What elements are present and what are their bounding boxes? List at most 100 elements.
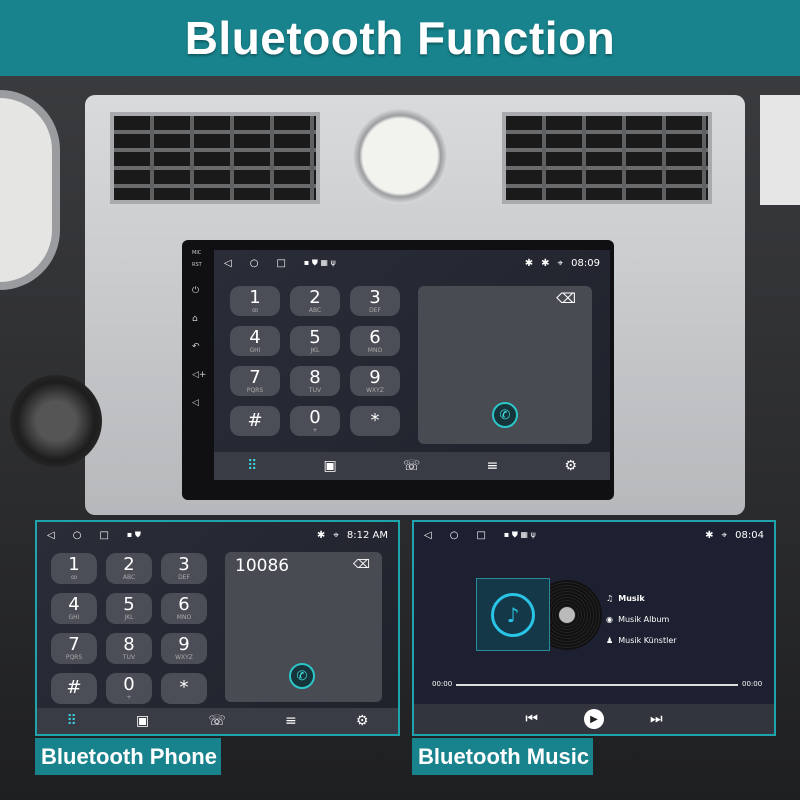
key-2[interactable]: 2 ABC xyxy=(290,286,340,316)
volume-up-icon[interactable]: ◁+ xyxy=(192,370,206,380)
previous-track-icon[interactable]: ⏮ xyxy=(525,711,538,727)
backspace-icon[interactable]: ⌫ xyxy=(353,557,370,571)
key-digit: 3 xyxy=(369,286,381,308)
page-title: Bluetooth Function xyxy=(184,12,616,64)
key-0[interactable]: 0 + xyxy=(106,673,152,704)
call-log-icon[interactable]: ☏ xyxy=(403,458,421,474)
key-letters: GHI xyxy=(68,614,80,621)
bluetooth-music-screen: ◁ ○ □ ▪ ⛊ ▦ ψ ✱ ⌖ 08:04 ♪ ♫ Musik ◉ Musik Al… xyxy=(412,520,776,736)
home-nav-icon[interactable]: ○ xyxy=(450,530,459,541)
music-list-icon[interactable]: ≡ xyxy=(486,458,498,474)
key-3[interactable]: 3 DEF xyxy=(161,553,207,584)
key-digit: * xyxy=(370,409,380,431)
key-9[interactable]: 9 WXYZ xyxy=(161,633,207,664)
key-9[interactable]: 9 WXYZ xyxy=(350,366,400,396)
key-#[interactable]: # xyxy=(230,406,280,436)
location-icon: ⌖ xyxy=(333,529,339,541)
key-#[interactable]: # xyxy=(51,673,97,704)
key-*[interactable]: * xyxy=(350,406,400,436)
dial-display: 10086 ⌫ ✆ xyxy=(225,552,382,702)
key-6[interactable]: 6 MNO xyxy=(350,326,400,356)
key-letters: GHI xyxy=(249,346,261,354)
status-bar: ◁ ○ □ ▪ ⛊ ▦ ψ ✱ ✱ ⌖ 08:09 xyxy=(214,250,610,276)
music-list-icon[interactable]: ≡ xyxy=(285,713,297,729)
home-nav-icon[interactable]: ○ xyxy=(250,258,259,269)
main-screen: ◁ ○ □ ▪ ⛊ ▦ ψ ✱ ✱ ⌖ 08:09 ⌫ ✆ ⠿ ▣ ☏ ≡ ⚙ 1 ꝏ 2 ABC 3 DE… xyxy=(214,250,610,480)
key-8[interactable]: 8 TUV xyxy=(290,366,340,396)
status-bar: ◁ ○ □ ▪ ⛊ ✱ ⌖ 8:12 AM xyxy=(37,522,398,548)
key-8[interactable]: 8 TUV xyxy=(106,633,152,664)
home-nav-icon[interactable]: ○ xyxy=(73,530,82,541)
key-letters: + xyxy=(312,426,318,434)
key-digit: 4 xyxy=(68,594,80,615)
key-digit: 1 xyxy=(249,286,261,308)
key-7[interactable]: 7 PQRS xyxy=(51,633,97,664)
key-1[interactable]: 1ꝏ xyxy=(230,286,280,316)
bluetooth-music-label: Bluetooth Music xyxy=(412,738,593,775)
power-icon[interactable]: ⏻ xyxy=(192,286,206,296)
recents-nav-icon[interactable]: □ xyxy=(276,258,285,269)
key-7[interactable]: 7 PQRS xyxy=(230,366,280,396)
key-1[interactable]: 1ꝏ xyxy=(51,553,97,584)
play-button[interactable]: ▶ xyxy=(584,709,604,729)
instrument-gauge xyxy=(0,90,60,290)
album-name: Musik Album xyxy=(618,615,670,624)
backspace-icon[interactable]: ⌫ xyxy=(556,291,576,307)
home-icon[interactable]: ⌂ xyxy=(192,314,206,324)
key-digit: # xyxy=(247,409,263,431)
bluetooth-icon: ✱ xyxy=(316,529,326,541)
key-letters: ꝏ xyxy=(251,306,259,314)
analog-clock xyxy=(352,108,448,204)
key-letters: ABC xyxy=(122,574,136,581)
album-art: ♪ xyxy=(476,578,550,651)
back-icon[interactable]: ↶ xyxy=(192,342,206,352)
dialpad-icon[interactable]: ⠿ xyxy=(247,458,257,474)
rst-label: RST xyxy=(192,262,202,268)
key-letters: MNO xyxy=(367,346,383,354)
ignition-switch xyxy=(10,375,102,467)
settings-icon[interactable]: ⚙ xyxy=(356,713,369,729)
dialpad-icon[interactable]: ⠿ xyxy=(67,713,77,729)
key-2[interactable]: 2 ABC xyxy=(106,553,152,584)
settings-icon[interactable]: ⚙ xyxy=(564,458,577,474)
notification-icons: ▪ ⛊ xyxy=(126,530,141,539)
key-digit: # xyxy=(66,677,82,698)
duration-time: 00:00 xyxy=(742,680,763,688)
back-nav-icon[interactable]: ◁ xyxy=(47,530,55,541)
key-letters: TUV xyxy=(122,654,136,661)
album-icon: ◉ xyxy=(606,615,613,624)
back-nav-icon[interactable]: ◁ xyxy=(424,530,432,541)
recents-nav-icon[interactable]: □ xyxy=(99,530,108,541)
key-5[interactable]: 5 JKL xyxy=(106,593,152,624)
title-banner: Bluetooth Function xyxy=(0,0,800,76)
playback-controls: ⏮ ▶ ⏭ xyxy=(414,704,774,734)
recents-nav-icon[interactable]: □ xyxy=(476,530,485,541)
key-6[interactable]: 6 MNO xyxy=(161,593,207,624)
key-digit: 5 xyxy=(123,594,135,615)
contacts-icon[interactable]: ▣ xyxy=(323,458,336,474)
key-letters: DEF xyxy=(178,574,190,581)
next-track-icon[interactable]: ⏭ xyxy=(650,711,663,727)
call-button[interactable]: ✆ xyxy=(492,402,518,428)
left-vent xyxy=(110,112,320,204)
contacts-icon[interactable]: ▣ xyxy=(136,713,149,729)
key-digit: 4 xyxy=(249,326,261,348)
bluetooth-phone-label: Bluetooth Phone xyxy=(35,738,221,775)
key-letters: DEF xyxy=(369,306,381,314)
key-digit: 6 xyxy=(178,594,190,615)
key-*[interactable]: * xyxy=(161,673,207,704)
call-button[interactable]: ✆ xyxy=(289,663,315,689)
key-3[interactable]: 3 DEF xyxy=(350,286,400,316)
key-digit: 1 xyxy=(68,554,80,575)
artist-icon: ♟ xyxy=(606,636,614,645)
dial-display: ⌫ ✆ xyxy=(418,286,592,444)
key-5[interactable]: 5 JKL xyxy=(290,326,340,356)
bluetooth-phone-screen: ◁ ○ □ ▪ ⛊ ✱ ⌖ 8:12 AM 10086 ⌫ ✆ ⠿ ▣ ☏ ≡ ⚙ 1 ꝏ 2 ABC… xyxy=(35,520,400,736)
back-nav-icon[interactable]: ◁ xyxy=(224,258,232,269)
volume-down-icon[interactable]: ◁ xyxy=(192,398,206,408)
key-0[interactable]: 0 + xyxy=(290,406,340,436)
key-4[interactable]: 4 GHI xyxy=(230,326,280,356)
progress-bar[interactable] xyxy=(456,684,738,686)
key-4[interactable]: 4 GHI xyxy=(51,593,97,624)
call-log-icon[interactable]: ☏ xyxy=(208,713,226,729)
